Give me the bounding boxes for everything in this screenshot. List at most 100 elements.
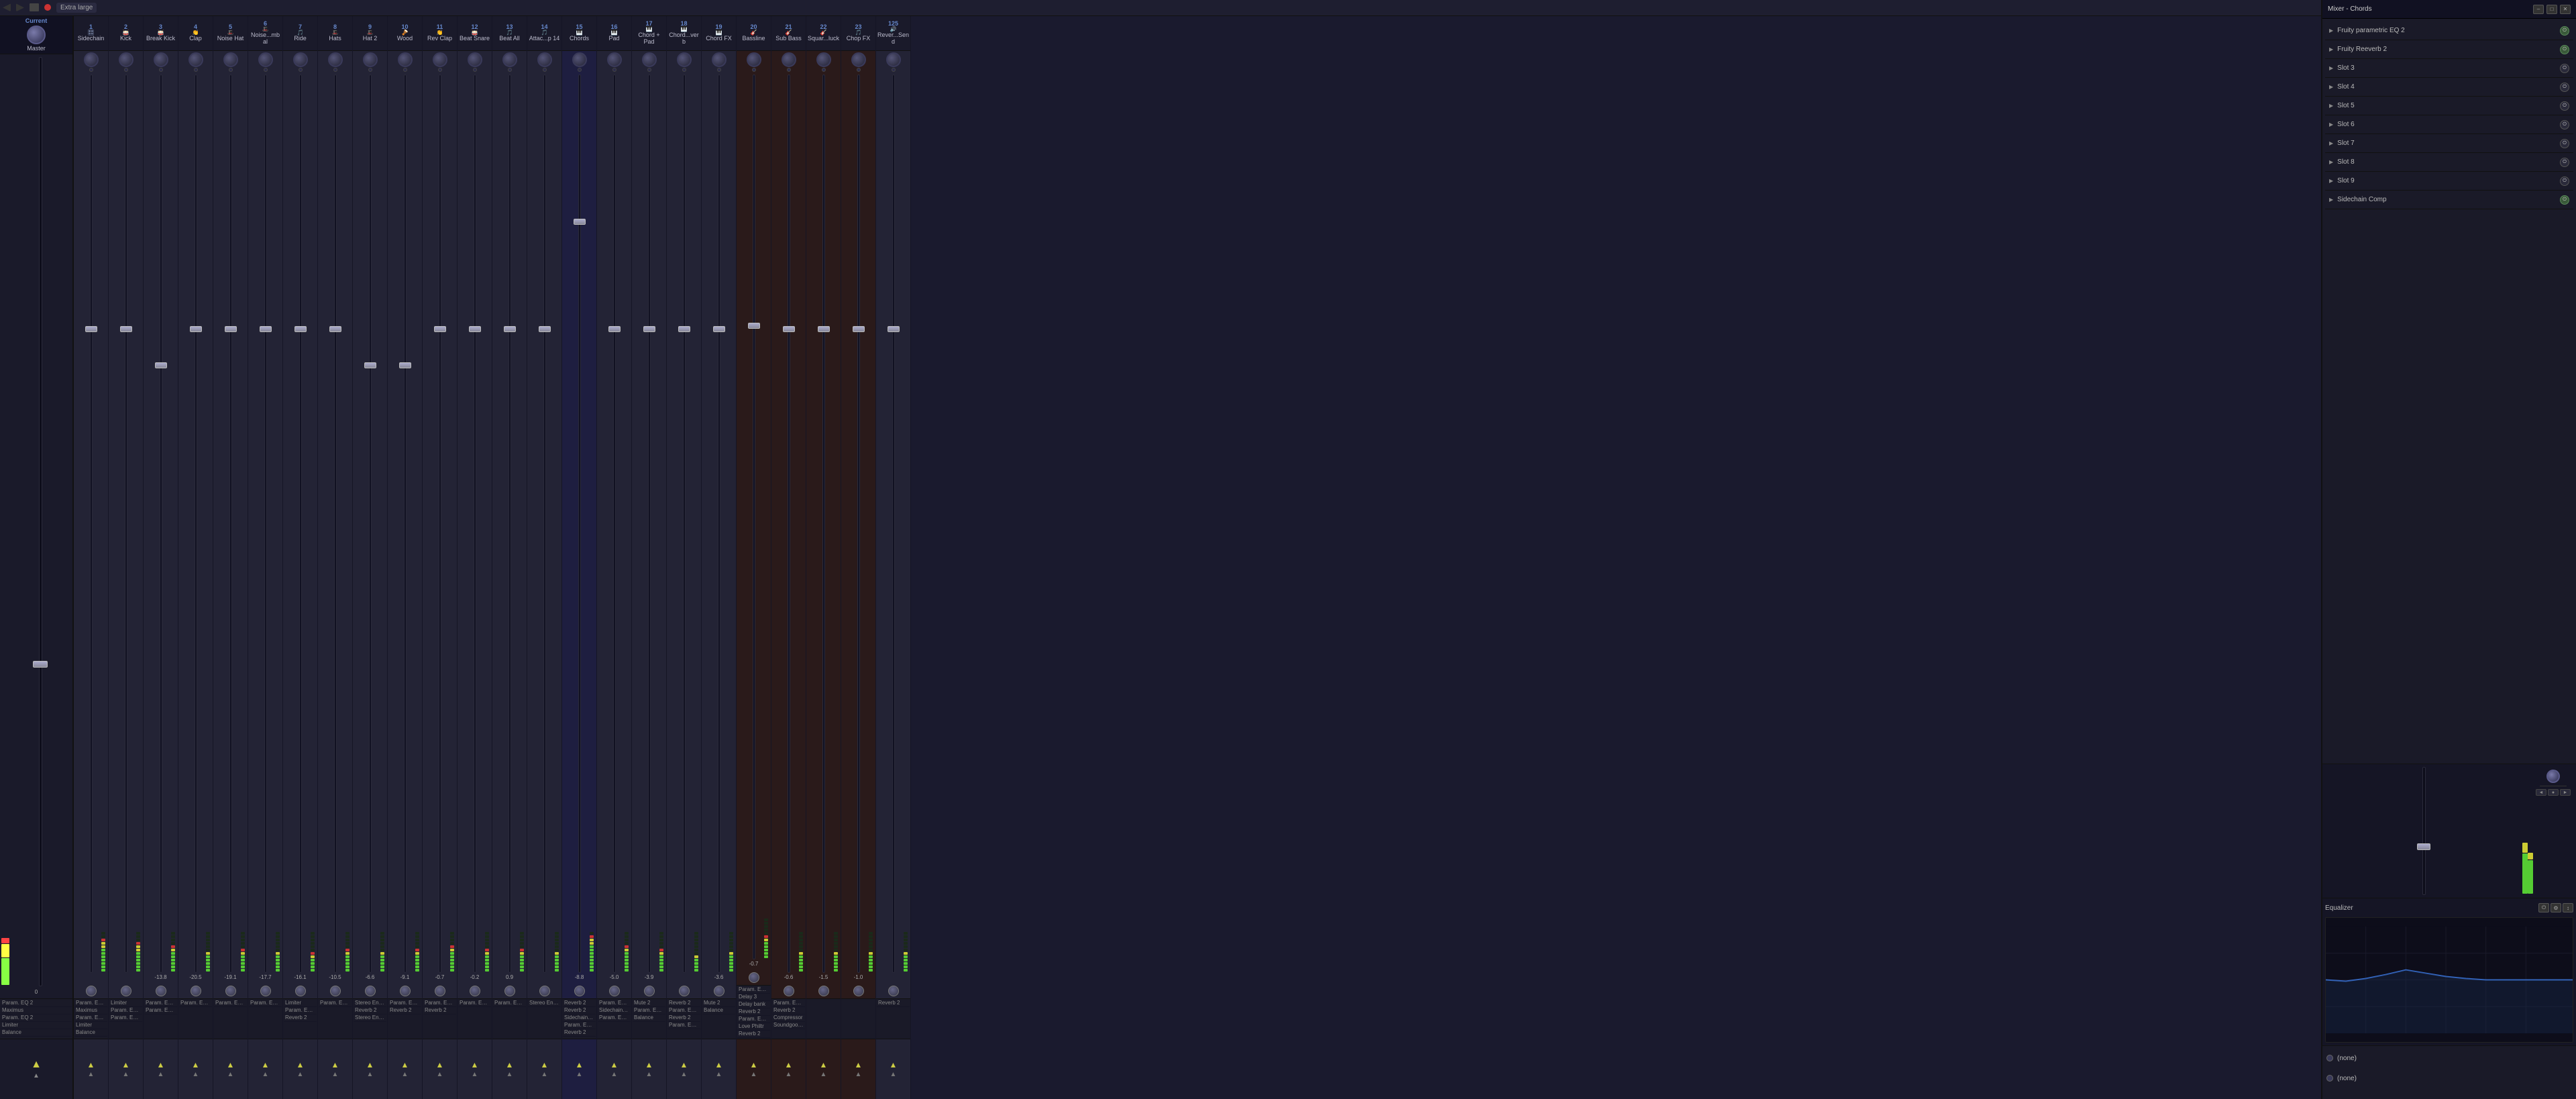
plugin-slot-4[interactable]: ▶ Slot 5 ⏻	[2325, 97, 2573, 115]
eq-settings-btn[interactable]: ⚙	[2551, 903, 2561, 912]
ch-header-13[interactable]: 13 🎵 Beat All	[492, 16, 527, 51]
ch-header-9[interactable]: 9 🎩 Hat 2	[353, 16, 387, 51]
ch-fader-handle-11[interactable]	[434, 326, 446, 332]
insert-slot[interactable]: Param. EQ 2	[563, 1022, 596, 1029]
ch-pan-knob-3[interactable]	[156, 986, 166, 996]
insert-slot[interactable]: Sidechain Comp	[598, 1007, 631, 1014]
ch-send-down-23[interactable]: ▲	[855, 1071, 862, 1078]
ch-fader-rail-9[interactable]	[369, 74, 372, 973]
ch-fader-rail-13[interactable]	[508, 74, 511, 973]
ch-pan-knob-14[interactable]	[539, 986, 550, 996]
ch-send-down-18[interactable]: ▲	[681, 1071, 688, 1078]
insert-slot[interactable]: Mute 2	[633, 1000, 665, 1007]
ch-send-down-8[interactable]: ▲	[332, 1071, 339, 1078]
ch-fader-handle-19[interactable]	[713, 326, 725, 332]
ch-pan-knob-6[interactable]	[260, 986, 271, 996]
ch-pan-knob-1[interactable]	[86, 986, 97, 996]
eq-expand-btn[interactable]: ↕	[2563, 903, 2573, 912]
ch-header-10[interactable]: 10 🪘 Wood	[388, 16, 422, 51]
plugin-slot-2[interactable]: ▶ Slot 3 ⏻	[2325, 59, 2573, 78]
ch-send-up-23[interactable]: ▲	[855, 1060, 863, 1069]
insert-slot[interactable]: Param. EQ 2	[633, 1007, 665, 1014]
ch-fader-handle-16[interactable]	[608, 326, 621, 332]
insert-slot[interactable]: Limiter	[284, 1000, 317, 1007]
ch-eq-knob-10[interactable]	[398, 52, 413, 67]
ch-fader-handle-6[interactable]	[260, 326, 272, 332]
pan-right-btn[interactable]: ►	[2560, 789, 2571, 796]
ch-pan-knob-2[interactable]	[121, 986, 131, 996]
ch-pan-knob-15[interactable]	[574, 986, 585, 996]
ch-pan-knob-11[interactable]	[435, 986, 445, 996]
ch-send-down-2[interactable]: ▲	[123, 1071, 129, 1078]
master-header[interactable]: Current Master	[0, 16, 72, 54]
ch-fader-handle-23[interactable]	[853, 326, 865, 332]
plugin-slot-3[interactable]: ▶ Slot 4 ⏻	[2325, 78, 2573, 97]
ch-eq-knob-18[interactable]	[677, 52, 692, 67]
ch-fader-handle-12[interactable]	[469, 326, 481, 332]
ch-send-down-21[interactable]: ▲	[786, 1071, 792, 1078]
ch-send-down-17[interactable]: ▲	[646, 1071, 653, 1078]
ch-send-up-19[interactable]: ▲	[715, 1060, 723, 1069]
right-fader-handle[interactable]	[2417, 843, 2430, 850]
ch-send-down-5[interactable]: ▲	[227, 1071, 234, 1078]
right-fader-track[interactable]	[2422, 767, 2426, 895]
insert-slot[interactable]: Param. EQ 2	[1, 1014, 72, 1022]
insert-slot[interactable]: Param. EQ 2	[214, 1000, 247, 1007]
plugin-power-8[interactable]: ⏻	[2560, 176, 2569, 186]
ch-fader-rail-19[interactable]	[718, 74, 720, 973]
plugin-slot-7[interactable]: ▶ Slot 8 ⏻	[2325, 153, 2573, 172]
ch-send-up-11[interactable]: ▲	[436, 1060, 444, 1069]
insert-slot[interactable]: Reverb 2	[737, 1031, 770, 1038]
insert-slot[interactable]: Param. EQ 2	[598, 1014, 631, 1022]
insert-slot[interactable]: Param. EQ 2	[458, 1000, 491, 1007]
send-indicator-0[interactable]	[2326, 1055, 2333, 1061]
ch-send-up-10[interactable]: ▲	[401, 1060, 409, 1069]
ch-send-down-12[interactable]: ▲	[472, 1071, 478, 1078]
insert-slot[interactable]: Param. EQ 2	[737, 1016, 770, 1023]
ch-fader-handle-8[interactable]	[329, 326, 341, 332]
ch-eq-knob-125[interactable]	[886, 52, 901, 67]
plugin-power-9[interactable]: ⏻	[2560, 195, 2569, 205]
ch-send-down-14[interactable]: ▲	[541, 1071, 548, 1078]
ch-header-7[interactable]: 7 🎵 Ride	[283, 16, 317, 51]
ch-fader-handle-7[interactable]	[294, 326, 307, 332]
insert-slot[interactable]: Reverb 2	[563, 1000, 596, 1007]
ch-fader-handle-4[interactable]	[190, 326, 202, 332]
ch-header-18[interactable]: 18 🎹 Chord...verb	[667, 16, 701, 51]
ch-fader-handle-5[interactable]	[225, 326, 237, 332]
maximize-button[interactable]: □	[2546, 5, 2557, 14]
ch-send-down-6[interactable]: ▲	[262, 1071, 269, 1078]
send-arrow-small[interactable]: ▲	[33, 1072, 40, 1080]
step-icon[interactable]	[30, 3, 39, 11]
insert-slot[interactable]: Param. EQ 2	[179, 1000, 212, 1007]
ch-fader-rail-15[interactable]	[578, 74, 581, 973]
ch-send-down-4[interactable]: ▲	[193, 1071, 199, 1078]
insert-slot[interactable]: Limiter	[74, 1022, 107, 1029]
ch-eq-knob-23[interactable]	[851, 52, 866, 67]
insert-slot[interactable]: Param. EQ 2	[388, 1000, 421, 1007]
insert-slot[interactable]: Reverb 2	[667, 1000, 700, 1007]
ch-eq-knob-2[interactable]	[119, 52, 133, 67]
ch-pan-knob-9[interactable]	[365, 986, 376, 996]
ch-fader-handle-18[interactable]	[678, 326, 690, 332]
ch-fader-handle-22[interactable]	[818, 326, 830, 332]
ch-fader-rail-4[interactable]	[195, 74, 197, 973]
ch-pan-knob-19[interactable]	[714, 986, 724, 996]
ch-send-up-9[interactable]: ▲	[366, 1060, 374, 1069]
insert-slot[interactable]: Param. EQ 2	[423, 1000, 456, 1007]
ch-fader-rail-1[interactable]	[90, 74, 93, 973]
ch-send-up-8[interactable]: ▲	[331, 1060, 339, 1069]
pan-left-btn[interactable]: ◄	[2536, 789, 2546, 796]
size-label[interactable]: Extra large	[56, 3, 97, 13]
insert-slot[interactable]: Param. EQ 2	[74, 1014, 107, 1022]
insert-slot[interactable]: Reverb 2	[877, 1000, 910, 1007]
ch-eq-knob-14[interactable]	[537, 52, 552, 67]
ch-header-12[interactable]: 12 🥁 Beat Snare	[458, 16, 492, 51]
insert-slot[interactable]: Stereo Enhancer	[354, 1000, 386, 1007]
ch-fader-rail-8[interactable]	[334, 74, 337, 973]
plugin-slot-9[interactable]: ▶ Sidechain Comp ⏻	[2325, 191, 2573, 209]
ch-pan-knob-20[interactable]	[749, 972, 759, 983]
plugin-power-4[interactable]: ⏻	[2560, 101, 2569, 111]
plugin-power-2[interactable]: ⏻	[2560, 64, 2569, 73]
insert-slot[interactable]: Delay 3	[737, 994, 770, 1001]
